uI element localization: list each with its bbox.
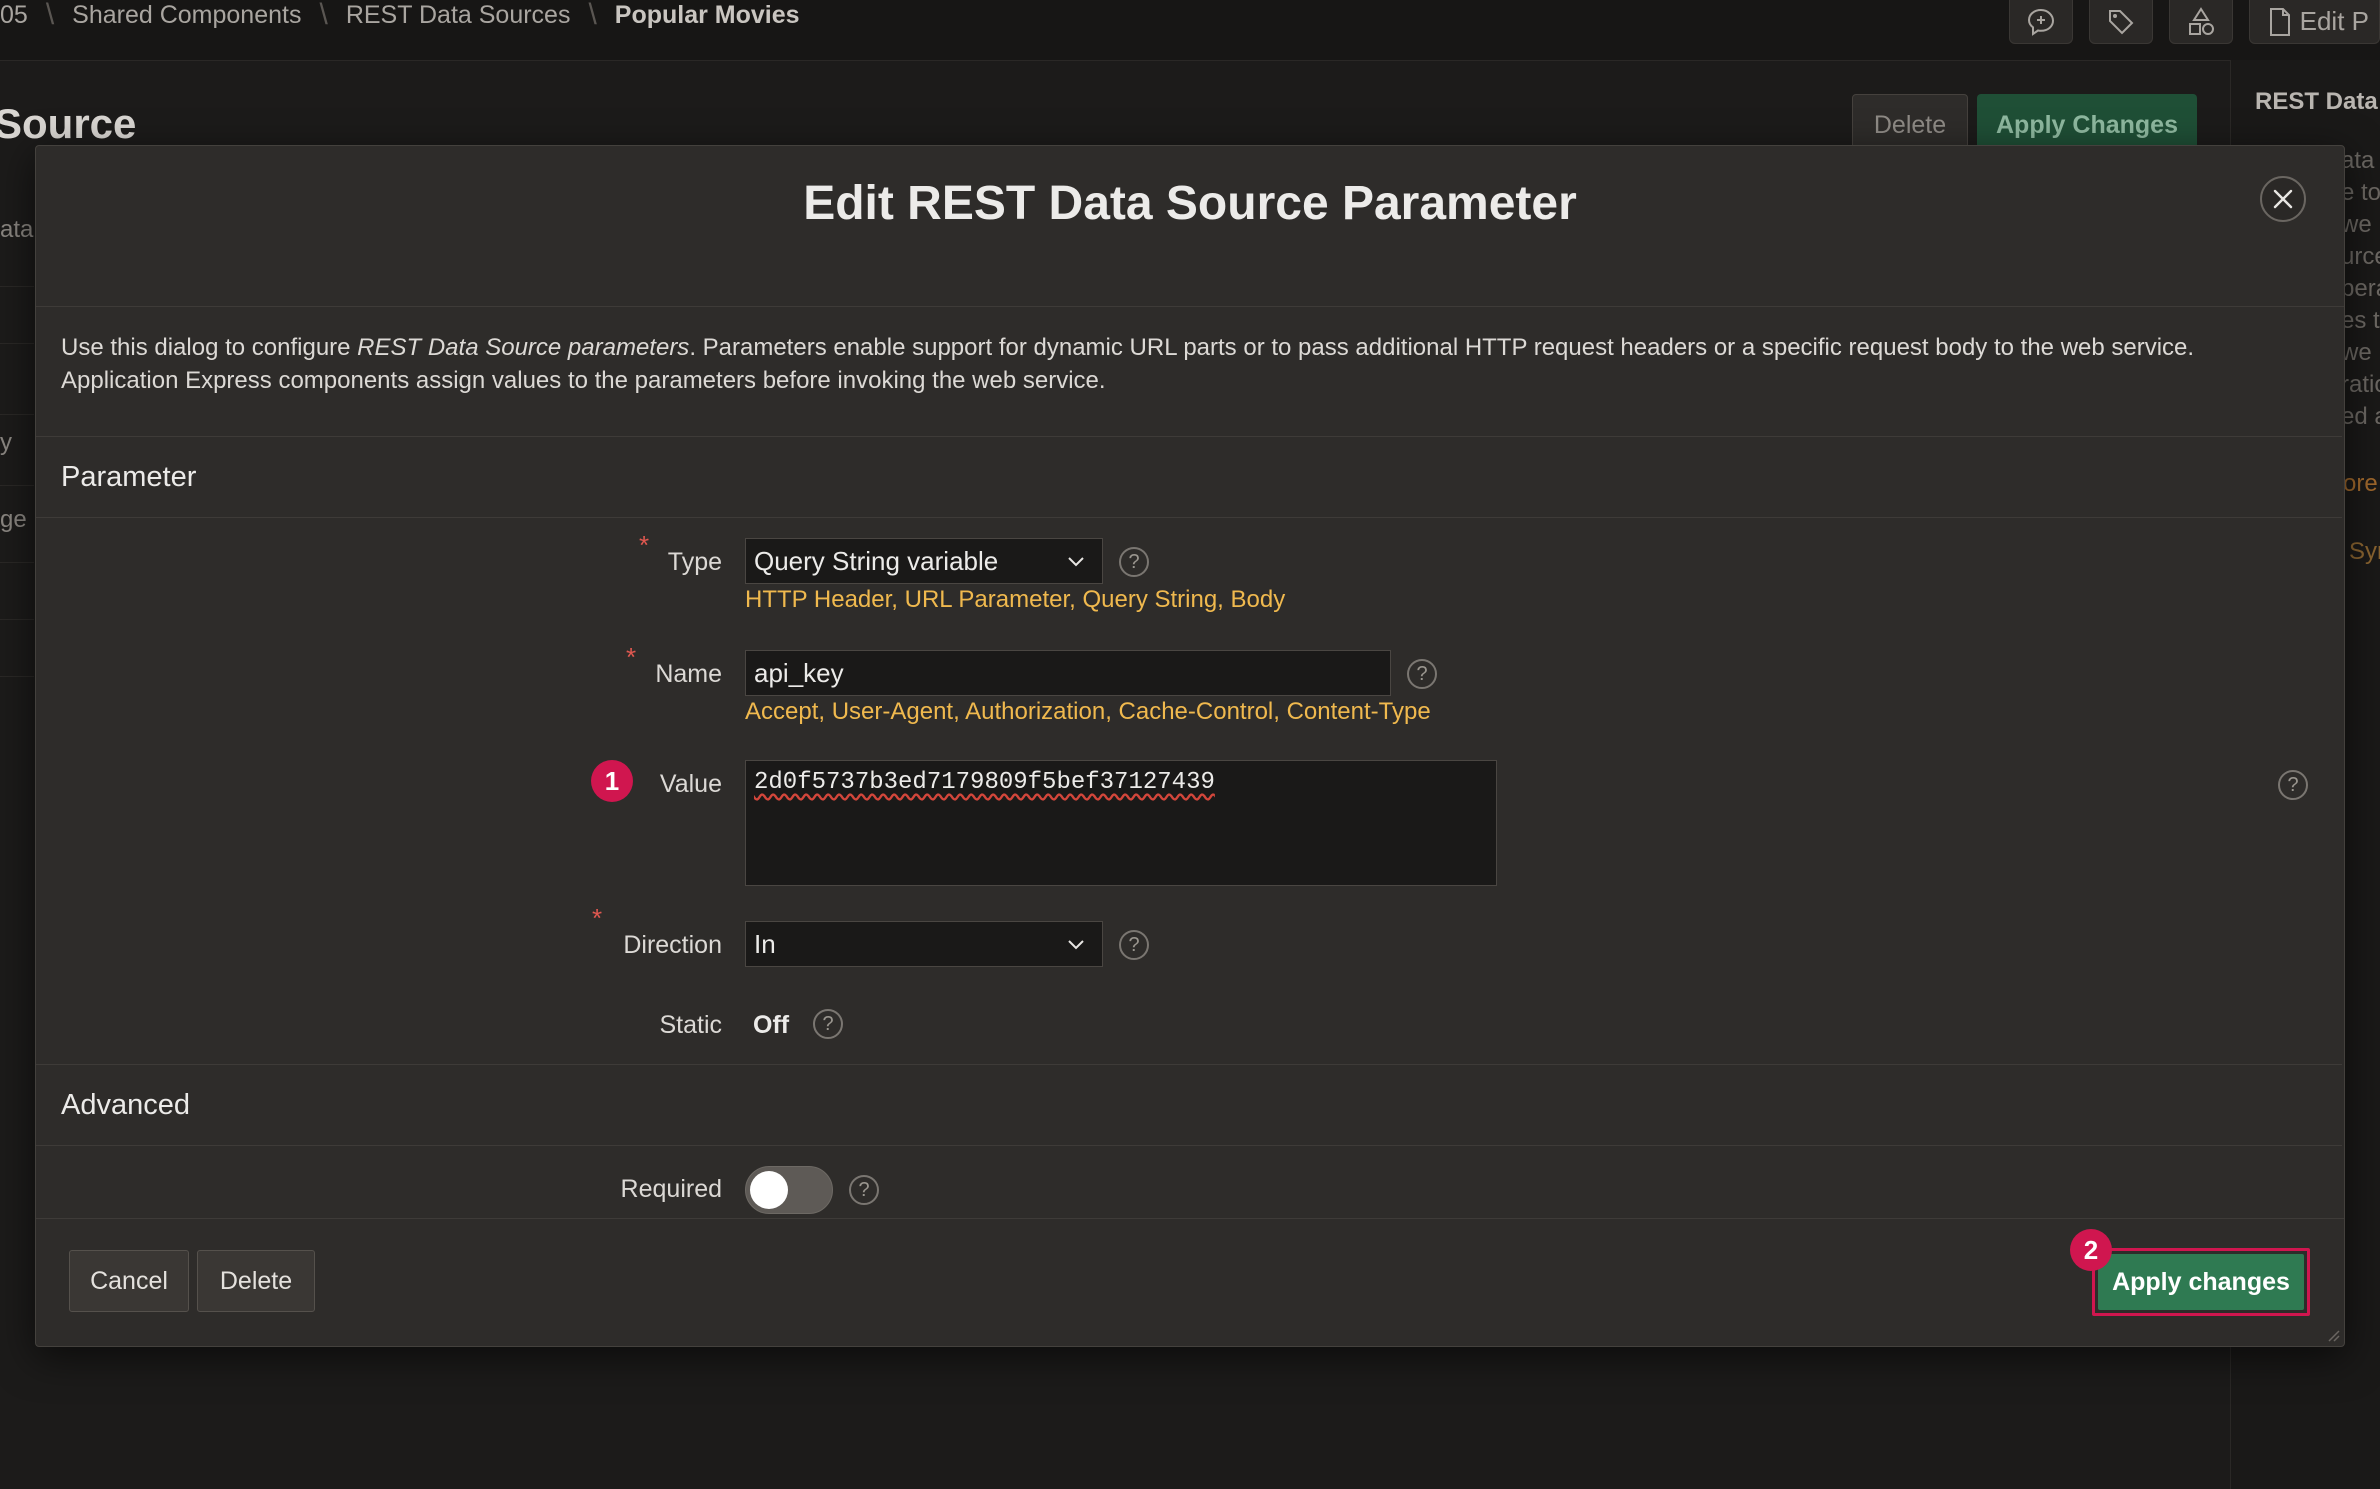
section-advanced-header: Advanced (36, 1064, 2342, 1146)
intro-emphasis: REST Data Source parameters (357, 334, 690, 361)
resize-handle-icon[interactable] (2326, 1328, 2340, 1342)
tag-button[interactable] (2088, 0, 2153, 44)
shapes-icon (2188, 6, 2214, 35)
required-help-icon[interactable]: ? (849, 1175, 879, 1205)
left-panel-row (0, 344, 34, 415)
value-label: Value (659, 770, 722, 798)
apply-changes-button[interactable]: Apply changes (2098, 1254, 2304, 1310)
required-toggle[interactable] (745, 1166, 833, 1214)
section-parameter-header: Parameter (36, 436, 2342, 518)
breadcrumb-separator: \ (319, 0, 328, 31)
direction-label: Direction (623, 931, 722, 959)
breadcrumb-separator: \ (45, 0, 55, 31)
breadcrumb-item-app[interactable]: 05 (0, 1, 28, 30)
static-label: Static (659, 1011, 722, 1039)
toggle-knob (750, 1171, 788, 1209)
intro-text-line2: Application Express components assign va… (61, 367, 1106, 394)
edit-page-label: Edit P (2299, 6, 2369, 36)
dialog-header-divider (36, 306, 2344, 307)
intro-text-part: . Parameters enable support for dynamic … (689, 334, 2195, 361)
required-label: Required (620, 1175, 722, 1203)
name-label: Name (655, 660, 722, 688)
right-panel-line: ratio (2341, 371, 2380, 398)
dialog-intro-text: Use this dialog to configure REST Data S… (61, 331, 2311, 397)
type-select-value: Query String variable (754, 545, 999, 576)
edit-page-icon (2269, 7, 2290, 36)
right-panel-line: e to (2341, 179, 2380, 206)
cancel-button[interactable]: Cancel (69, 1250, 189, 1312)
tag-icon (2108, 9, 2134, 34)
left-panel-row: ata (0, 200, 34, 287)
value-textarea-text: 2d0f5737b3ed7179809f5bef37127439 (754, 769, 1215, 796)
right-panel-line: es t (2341, 307, 2380, 334)
type-select[interactable]: Query String variable (745, 538, 1103, 584)
right-panel-line: ed a (2341, 403, 2380, 430)
chevron-down-icon (1068, 940, 1084, 950)
left-panel-row (0, 287, 34, 344)
intro-text-part: Use this dialog to configure (61, 334, 358, 361)
breadcrumb-item-rest-data-sources[interactable]: REST Data Sources (346, 1, 571, 30)
annotation-badge-2: 2 (2070, 1229, 2112, 1271)
delete-button[interactable]: Delete (197, 1250, 315, 1312)
direction-select[interactable]: In (745, 921, 1103, 967)
dialog-close-button[interactable] (2260, 176, 2306, 222)
right-panel-more-link[interactable]: ore (2343, 470, 2378, 498)
left-panel-row: ge (0, 486, 34, 563)
breadcrumb-item-shared-components[interactable]: Shared Components (72, 1, 301, 30)
right-panel-line: ata (2341, 147, 2375, 174)
right-panel-title: REST Data (2255, 88, 2378, 115)
edit-page-button[interactable]: Edit P (2248, 0, 2380, 44)
required-marker: * (626, 642, 637, 672)
type-quick-picks[interactable]: HTTP Header, URL Parameter, Query String… (745, 586, 1285, 614)
section-advanced-title: Advanced (61, 1088, 190, 1121)
left-panel-row (0, 563, 34, 620)
right-panel-line: we (2341, 211, 2372, 238)
comment-add-icon (2027, 8, 2054, 36)
direction-select-value: In (754, 928, 776, 959)
edit-parameter-dialog: Edit REST Data Source Parameter Use this… (35, 145, 2345, 1347)
annotation-badge-1: 1 (591, 760, 633, 802)
section-parameter-title: Parameter (61, 460, 197, 493)
type-label: Type (667, 548, 722, 576)
shared-components-button[interactable] (2168, 0, 2233, 44)
right-panel-text: ata e to we urce pera es t we ratio ed a (2341, 145, 2380, 433)
direction-help-icon[interactable]: ? (1119, 930, 1149, 960)
chevron-down-icon (1068, 557, 1084, 567)
name-quick-picks[interactable]: Accept, User-Agent, Authorization, Cache… (745, 698, 1431, 726)
top-navigation-bar: 05 \ Shared Components \ REST Data Sourc… (0, 0, 2380, 61)
name-input[interactable]: api_key (745, 650, 1391, 696)
value-textarea[interactable]: 2d0f5737b3ed7179809f5bef37127439 (745, 760, 1497, 886)
breadcrumb-separator: \ (588, 0, 597, 31)
close-icon (2273, 189, 2293, 209)
dialog-title: Edit REST Data Source Parameter (803, 177, 1577, 230)
required-marker: * (592, 903, 603, 933)
name-help-icon[interactable]: ? (1407, 659, 1437, 689)
dialog-footer-divider (36, 1218, 2344, 1219)
right-panel-line: pera (2341, 275, 2380, 302)
left-panel-row: y (0, 415, 34, 486)
left-panel-partial: ata y ge (0, 200, 34, 720)
left-panel-row (0, 620, 34, 677)
type-help-icon[interactable]: ? (1119, 547, 1149, 577)
static-help-icon[interactable]: ? (813, 1009, 843, 1039)
value-help-icon[interactable]: ? (2278, 770, 2308, 800)
right-panel-line: urce (2341, 243, 2380, 270)
page-title: Source (0, 100, 137, 147)
static-value: Off (753, 1011, 790, 1039)
breadcrumb-item-current: Popular Movies (614, 0, 800, 29)
required-marker: * (639, 530, 650, 560)
feedback-button[interactable] (2008, 0, 2073, 44)
breadcrumb: 05 \ Shared Components \ REST Data Sourc… (0, 0, 800, 31)
right-panel-sync-link[interactable]: Syn (2349, 538, 2380, 566)
toolbar-icons: Edit P (2008, 0, 2380, 44)
right-panel-line: we (2341, 339, 2372, 366)
